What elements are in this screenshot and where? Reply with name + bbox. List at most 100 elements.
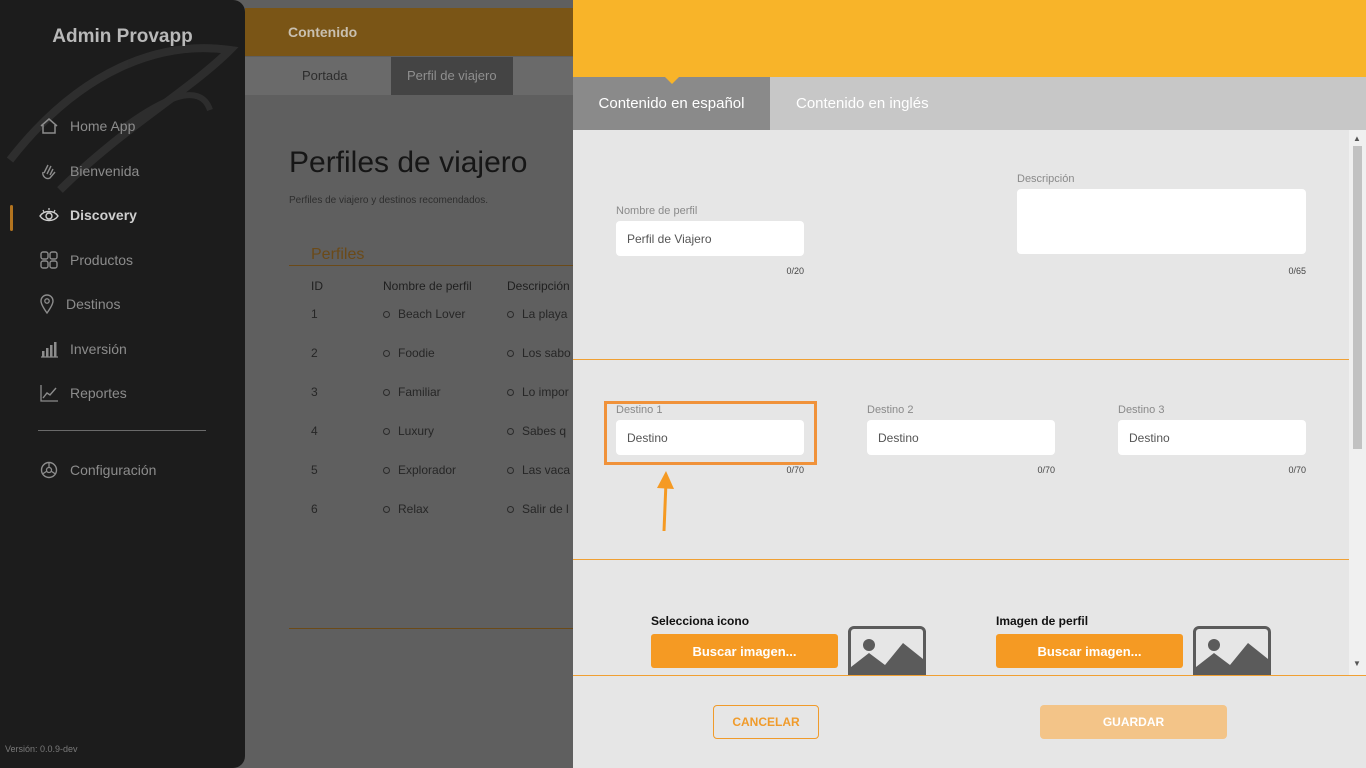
sidebar: Admin Provapp Home App Bienvenida Discov… — [0, 0, 245, 768]
footer-divider — [573, 675, 1366, 676]
icon-picker-label: Selecciona icono — [651, 614, 750, 628]
cell-description: Los sabo — [507, 346, 571, 360]
scroll-up-icon[interactable]: ▲ — [1353, 134, 1361, 143]
cell-id: 4 — [311, 424, 318, 438]
sidebar-item-label: Destinos — [66, 296, 121, 312]
destination-2-counter: 0/70 — [1037, 465, 1055, 475]
sidebar-item-home-app[interactable]: Home App — [38, 114, 135, 138]
edit-profile-panel: Contenido en español Contenido en inglés… — [573, 0, 1366, 768]
table-bottom-divider — [289, 628, 575, 629]
panel-header — [573, 0, 1366, 77]
profile-name-counter: 0/20 — [786, 266, 804, 276]
cell-description: Salir de l — [507, 502, 569, 516]
sidebar-item-configuracion[interactable]: Configuración — [38, 458, 156, 482]
cell-id: 2 — [311, 346, 318, 360]
destination-1-counter: 0/70 — [786, 465, 804, 475]
sidebar-item-discovery[interactable]: Discovery — [38, 203, 137, 227]
page-title: Perfiles de viajero — [289, 146, 528, 179]
destination-3-input[interactable] — [1118, 420, 1306, 455]
sidebar-item-reportes[interactable]: Reportes — [38, 381, 127, 405]
content-header: Contenido — [245, 8, 575, 56]
cancel-button[interactable]: CANCELAR — [713, 705, 819, 739]
cell-description: La playa — [507, 307, 567, 321]
tab-english-content[interactable]: Contenido en inglés — [796, 77, 929, 130]
dot-icon — [507, 350, 514, 358]
destination-3-counter: 0/70 — [1288, 465, 1306, 475]
destination-3-label: Destino 3 — [1118, 404, 1165, 416]
browse-icon-button[interactable]: Buscar imagen... — [651, 634, 838, 668]
cell-description: Sabes q — [507, 424, 566, 438]
bar-chart-icon — [38, 338, 60, 360]
dot-icon — [383, 506, 390, 514]
profile-image-label: Imagen de perfil — [996, 614, 1089, 628]
cell-description: Las vaca — [507, 463, 570, 477]
grid-icon — [38, 249, 60, 271]
browse-profile-image-button[interactable]: Buscar imagen... — [996, 634, 1183, 668]
line-chart-icon — [38, 382, 60, 404]
sidebar-item-label: Bienvenida — [70, 163, 140, 179]
column-header-name: Nombre de perfil — [383, 279, 472, 293]
column-header-description: Descripción — [507, 279, 570, 293]
sidebar-item-label: Discovery — [70, 207, 137, 223]
dot-icon — [507, 506, 514, 514]
save-button[interactable]: GUARDAR — [1040, 705, 1227, 739]
cell-id: 1 — [311, 307, 318, 321]
sidebar-item-label: Reportes — [70, 385, 127, 401]
cell-id: 6 — [311, 502, 318, 516]
description-counter: 0/65 — [1288, 266, 1306, 276]
vertical-scrollbar[interactable]: ▲ ▼ — [1349, 130, 1366, 675]
sidebar-item-bienvenida[interactable]: Bienvenida — [38, 159, 139, 183]
sidebar-item-label: Home App — [70, 118, 136, 134]
content-subtabs: Portada Perfil de viajero — [245, 57, 575, 95]
sidebar-item-label: Inversión — [70, 341, 127, 357]
section-divider — [573, 359, 1349, 360]
tab-spanish-content[interactable]: Contenido en español — [573, 77, 770, 130]
language-tabs: Contenido en español Contenido en inglés — [573, 77, 1366, 130]
destination-2-label: Destino 2 — [867, 404, 914, 416]
gear-icon — [38, 459, 60, 481]
active-indicator — [10, 205, 13, 231]
annotation-highlight-box — [604, 401, 817, 465]
dot-icon — [383, 350, 390, 358]
cell-name: Foodie — [383, 346, 435, 360]
table-section-divider — [289, 265, 575, 266]
profile-name-input[interactable] — [616, 221, 804, 256]
dot-icon — [383, 389, 390, 397]
scrollbar-thumb[interactable] — [1353, 146, 1362, 449]
cell-description: Lo impor — [507, 385, 569, 399]
form-scroll-area: Nombre de perfil 0/20 Descripción 0/65 D… — [573, 130, 1366, 675]
cell-name: Explorador — [383, 463, 456, 477]
version-label: Versión: 0.0.9-dev — [5, 744, 78, 754]
dot-icon — [383, 311, 390, 319]
dot-icon — [507, 467, 514, 475]
page-subtitle: Perfiles de viajero y destinos recomenda… — [289, 195, 488, 206]
content-header-title: Contenido — [288, 24, 358, 40]
tab-perfil-de-viajero[interactable]: Perfil de viajero — [391, 57, 513, 95]
wave-hand-icon — [38, 160, 60, 182]
annotation-arrow-icon — [657, 471, 674, 532]
sidebar-item-label: Productos — [70, 252, 134, 268]
cell-id: 3 — [311, 385, 318, 399]
destination-2-input[interactable] — [867, 420, 1055, 455]
map-pin-icon — [38, 293, 56, 315]
cell-name: Relax — [383, 502, 429, 516]
sidebar-item-inversion[interactable]: Inversión — [38, 337, 127, 361]
sidebar-item-label: Configuración — [70, 462, 157, 478]
sidebar-item-destinos[interactable]: Destinos — [38, 292, 120, 316]
home-icon — [38, 115, 60, 137]
description-textarea[interactable] — [1017, 189, 1306, 254]
dot-icon — [507, 311, 514, 319]
tab-portada[interactable]: Portada — [302, 57, 348, 95]
eye-icon — [38, 204, 60, 226]
section-divider — [573, 559, 1349, 560]
dot-icon — [507, 389, 514, 397]
brand-title: Admin Provapp — [52, 26, 193, 47]
table-section-title: Perfiles — [311, 246, 365, 263]
scroll-down-icon[interactable]: ▼ — [1353, 659, 1361, 668]
image-placeholder-icon — [848, 626, 926, 675]
tab-notch — [664, 76, 680, 84]
sidebar-item-productos[interactable]: Productos — [38, 248, 133, 272]
cell-name: Beach Lover — [383, 307, 465, 321]
sidebar-divider — [38, 430, 206, 431]
dot-icon — [383, 428, 390, 436]
